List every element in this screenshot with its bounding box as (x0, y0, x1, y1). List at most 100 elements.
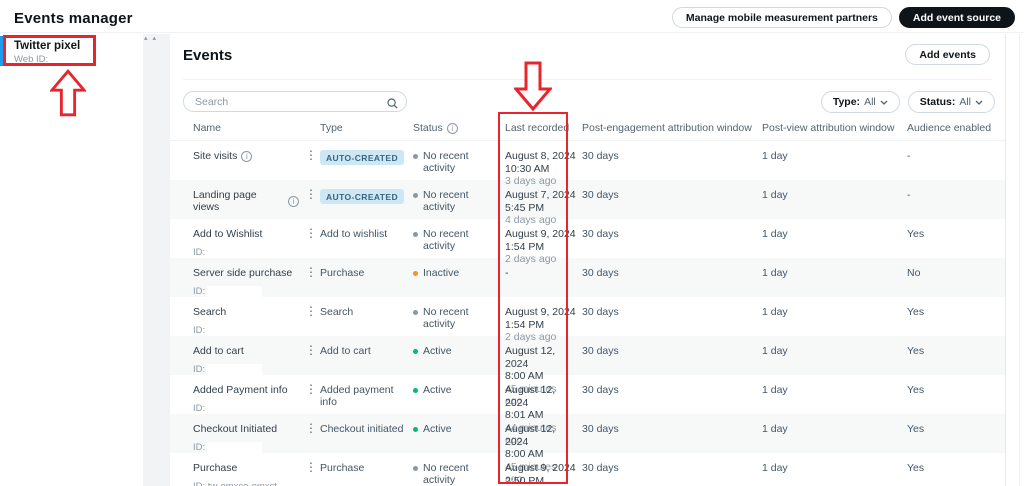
event-id: ID: (193, 364, 299, 375)
cell-post-view: 1 day (762, 150, 788, 162)
cell-audience: Yes (907, 462, 925, 474)
col-header-name[interactable]: Name (193, 122, 305, 134)
cell-post-engagement: 30 days (582, 345, 619, 357)
col-header-type[interactable]: Type (320, 122, 413, 134)
last-recorded-date: August 8, 2024 (505, 150, 576, 162)
info-icon[interactable]: i (446, 122, 458, 134)
cell-last-recorded: August 9, 2024 2:50 PM 2 days ago (505, 453, 582, 486)
cell-status: No recent activity (413, 180, 505, 213)
type-filter-label: Type: (832, 96, 861, 108)
status-text: Inactive (423, 267, 460, 279)
event-type-text: Add to cart (320, 345, 371, 357)
last-recorded-date: August 7, 2024 (505, 189, 576, 201)
table-row[interactable]: Add to Wishlist ID: ⋮ Add to wishlist No… (170, 219, 1005, 265)
last-recorded-time: 2:50 PM (505, 474, 545, 486)
event-type-badge: AUTO-CREATED (320, 150, 405, 165)
cell-name: Add to Wishlist ID: (193, 219, 305, 258)
status-filter-dropdown[interactable]: Status: All (907, 91, 995, 113)
col-header-last-recorded[interactable]: Last recorded (505, 122, 582, 134)
info-icon[interactable]: i (288, 195, 299, 207)
event-id: ID: tw-omxco-omxct (193, 481, 299, 486)
kebab-menu-icon[interactable]: ⋮ (305, 258, 320, 279)
status-text: No recent activity (423, 306, 469, 330)
cell-post-engagement: 30 days (582, 384, 619, 396)
event-type-text: Search (320, 306, 354, 318)
kebab-menu-icon[interactable]: ⋮ (305, 453, 320, 474)
cell-status: No recent activity (413, 219, 505, 252)
status-dot (413, 154, 418, 159)
kebab-menu-icon[interactable]: ⋮ (305, 297, 320, 318)
caret-up-icon[interactable]: ▴ (144, 35, 148, 43)
cell-audience: - (907, 189, 911, 201)
event-id: ID: (193, 325, 206, 336)
cell-post-view: 1 day (762, 306, 788, 318)
kebab-menu-icon[interactable]: ⋮ (305, 414, 320, 435)
cell-type: Purchase (320, 258, 413, 279)
selected-indicator (0, 36, 3, 66)
status-dot (413, 427, 418, 432)
cell-audience: Yes (907, 423, 925, 435)
status-text: No recent activity (423, 228, 469, 252)
caret-up-icon[interactable]: ▴ (153, 35, 157, 43)
event-name: Add to Wishlist (193, 228, 263, 240)
table-row[interactable]: Purchase ID: tw-omxco-omxct ⋮ Purchase N… (170, 453, 1005, 486)
col-header-audience[interactable]: Audience enabled (907, 122, 1005, 134)
col-header-post-view[interactable]: Post-view attribution window (762, 122, 907, 134)
event-id: ID: (193, 247, 206, 258)
sidebar-item-twitter-pixel[interactable]: Twitter pixel Web ID: (0, 34, 143, 71)
info-icon[interactable]: i (241, 150, 253, 162)
table-row[interactable]: Landing page views i ⋮ AUTO-CREATED No r… (170, 180, 1005, 226)
events-panel: Events Add events Type: All Status: All (170, 34, 1005, 486)
table-row[interactable]: Checkout Initiated ID: ⋮ Checkout initia… (170, 414, 1005, 485)
manage-partners-button[interactable]: Manage mobile measurement partners (671, 7, 892, 28)
chevron-down-icon (975, 100, 983, 105)
col-header-post-engagement[interactable]: Post-engagement attribution window (582, 122, 762, 134)
table-row[interactable]: Site visits i ⋮ AUTO-CREATED No recent a… (170, 141, 1005, 187)
kebab-menu-icon[interactable]: ⋮ (305, 141, 320, 162)
last-recorded-date: August 12, 2024 (505, 345, 556, 370)
event-type-text: Add to wishlist (320, 228, 388, 240)
col-header-status[interactable]: Status i (413, 122, 505, 134)
last-recorded-time: 1:54 PM (505, 240, 545, 253)
kebab-menu-icon[interactable]: ⋮ (305, 219, 320, 240)
add-events-button[interactable]: Add events (905, 44, 990, 65)
events-table: Name Type Status i Last recorded Post-eng… (170, 116, 1005, 486)
event-type-text: Checkout initiated (320, 423, 404, 435)
kebab-menu-icon[interactable]: ⋮ (305, 180, 320, 201)
add-event-source-button[interactable]: Add event source (898, 7, 1015, 28)
search-input[interactable] (183, 91, 407, 112)
table-row[interactable]: Server side purchase ID: ⋮ Purchase Inac… (170, 258, 1005, 297)
table-header: Name Type Status i Last recorded Post-eng… (170, 116, 1005, 141)
event-id: ID: (193, 403, 206, 414)
id-redaction-box (207, 286, 263, 297)
table-row[interactable]: Add to cart ID: ⋮ Add to cart Active Aug… (170, 336, 1005, 407)
cell-post-engagement: 30 days (582, 267, 619, 279)
cell-post-view: 1 day (762, 189, 788, 201)
scrollbar-rail[interactable] (1005, 34, 1024, 486)
status-dot (413, 193, 418, 198)
cell-status: Active (413, 414, 505, 435)
status-text: No recent activity (423, 189, 469, 213)
cell-audience: Yes (907, 228, 925, 240)
cell-post-engagement: 30 days (582, 189, 619, 201)
kebab-menu-icon[interactable]: ⋮ (305, 336, 320, 357)
chevron-down-icon (880, 100, 888, 105)
rail-divider (1019, 34, 1020, 486)
cell-name: Site visits i (193, 141, 305, 162)
cell-post-view: 1 day (762, 384, 788, 396)
event-name: Landing page views (193, 189, 257, 213)
table-row[interactable]: Added Payment info ID: ⋮ Added payment i… (170, 375, 1005, 446)
table-body: Site visits i ⋮ AUTO-CREATED No recent a… (170, 141, 1005, 486)
cell-name: Added Payment info ID: (193, 375, 305, 414)
kebab-menu-icon[interactable]: ⋮ (305, 375, 320, 396)
pixel-web-id: Web ID: (14, 54, 49, 65)
sidebar-gutter: ▴ ▴ (143, 34, 170, 486)
filter-bar: Type: All Status: All (820, 91, 995, 113)
event-id: ID: (193, 286, 299, 297)
cell-audience: Yes (907, 306, 925, 318)
table-row[interactable]: Search ID: ⋮ Search No recent activity A… (170, 297, 1005, 343)
cell-name: Add to cart ID: (193, 336, 305, 375)
cell-type: AUTO-CREATED (320, 180, 413, 204)
last-recorded-date: August 12, 2024 (505, 423, 556, 448)
type-filter-dropdown[interactable]: Type: All (820, 91, 900, 113)
